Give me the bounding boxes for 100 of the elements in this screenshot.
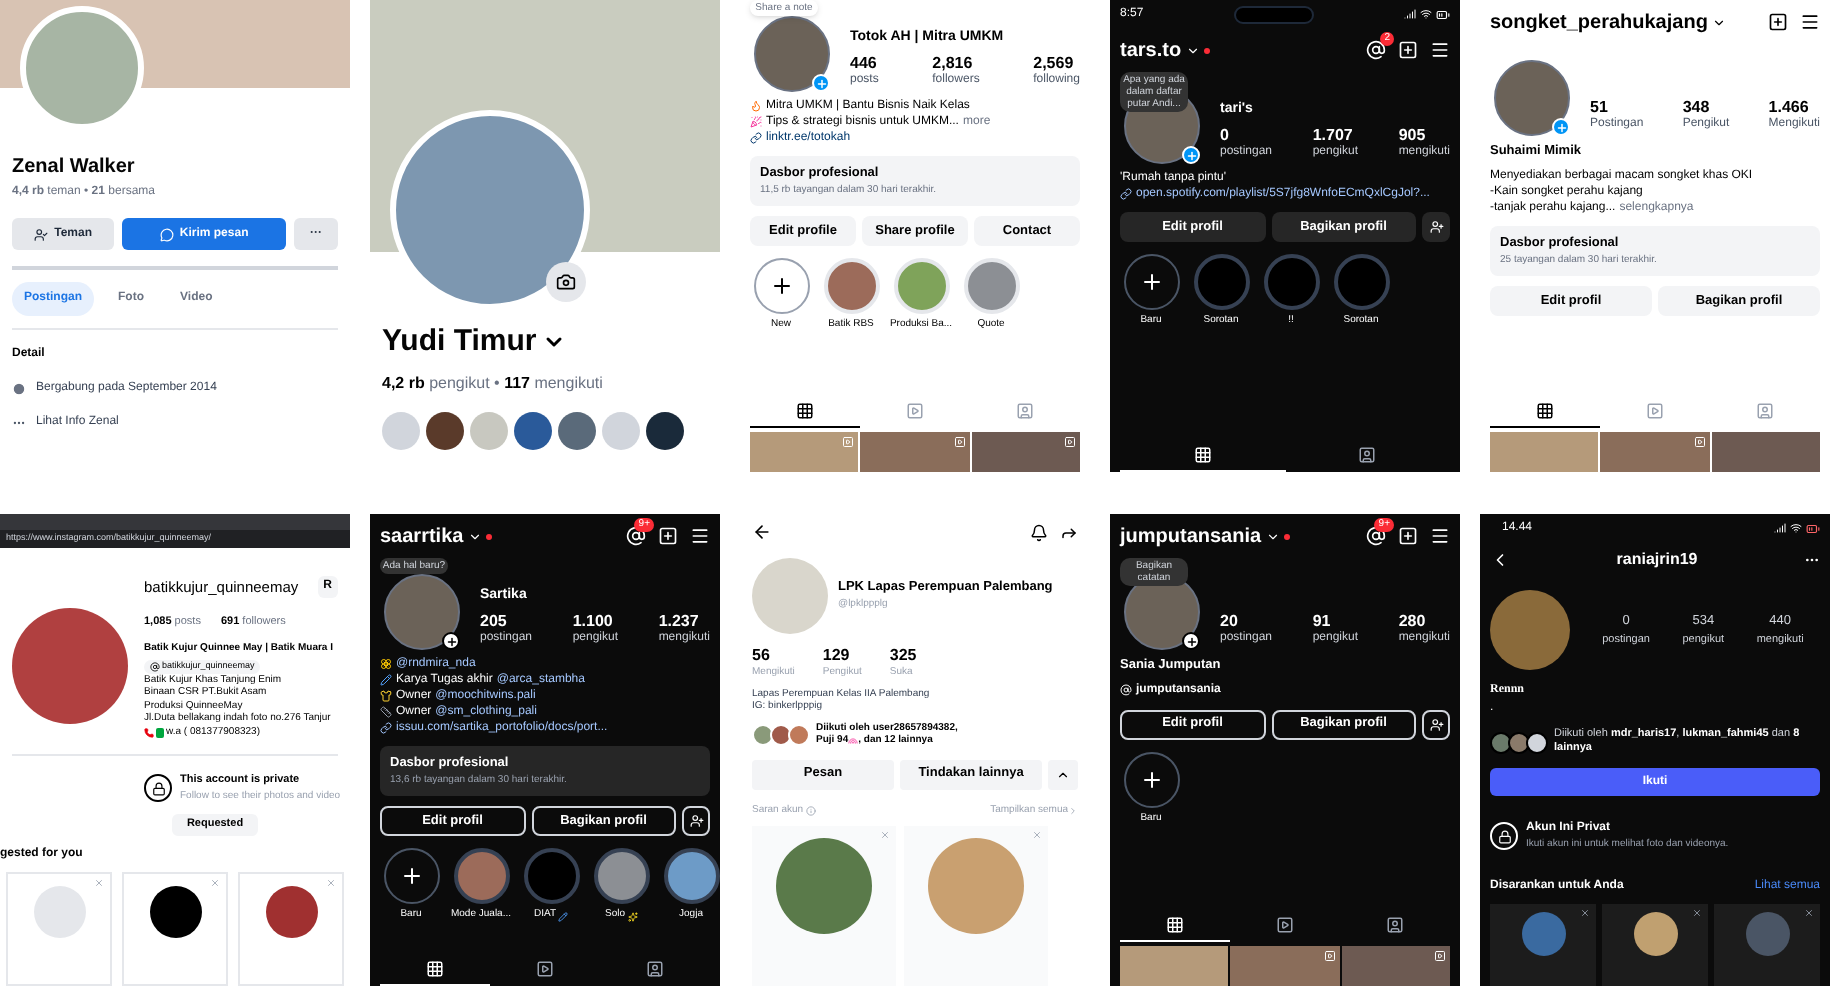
- menu-icon[interactable]: [1430, 40, 1450, 60]
- plus-icon: [445, 635, 457, 647]
- follower-avatar: [788, 723, 810, 745]
- highlight-cover[interactable]: [663, 848, 719, 905]
- bell-icon[interactable]: [1030, 523, 1048, 541]
- lock-icon: [144, 774, 172, 803]
- chevron-down-icon[interactable]: [1265, 529, 1280, 543]
- highlight-cover[interactable]: [453, 848, 509, 905]
- add-post-icon[interactable]: [1768, 12, 1788, 32]
- username: songket_perahukajang: [1490, 9, 1708, 37]
- post-thumbnail[interactable]: [1230, 946, 1340, 986]
- menu-icon[interactable]: [690, 526, 710, 546]
- avatar-photo: [1494, 60, 1570, 136]
- play-square-icon: [1276, 916, 1294, 934]
- add-highlight-button[interactable]: [1123, 254, 1179, 310]
- threads-icon[interactable]: [626, 526, 646, 546]
- friend-avatar: [602, 411, 640, 449]
- friend-avatar: [470, 411, 508, 449]
- plus-icon: [1139, 270, 1163, 294]
- username: saarrtika: [380, 523, 464, 551]
- friend-avatar: [426, 411, 464, 449]
- back-icon[interactable]: [752, 522, 772, 542]
- avatar-photo: [1745, 911, 1789, 955]
- stat-value: 129: [822, 646, 852, 666]
- add-person-button[interactable]: [1422, 709, 1450, 740]
- post-thumbnail[interactable]: [750, 432, 859, 472]
- chevron-down-icon[interactable]: [1185, 43, 1200, 57]
- grid-icon: [1536, 402, 1554, 420]
- play-square-icon: [1646, 402, 1664, 420]
- menu-icon[interactable]: [1800, 12, 1820, 32]
- post-thumbnail[interactable]: [1490, 432, 1599, 472]
- avatar-photo: [384, 574, 460, 650]
- avatar-photo: [33, 886, 85, 938]
- menu-icon[interactable]: [1430, 526, 1450, 546]
- reel-icon: [842, 436, 855, 448]
- stat-value: 1.707: [1312, 125, 1353, 145]
- post-thumbnail[interactable]: [1600, 432, 1710, 472]
- post-thumbnail[interactable]: [1711, 432, 1820, 472]
- flower-icon: [380, 658, 392, 670]
- friend-avatar: [558, 411, 596, 449]
- friend-avatar: [382, 411, 420, 449]
- share-icon[interactable]: [1060, 523, 1078, 541]
- chat-icon: [156, 727, 164, 737]
- post-thumbnail[interactable]: [1341, 946, 1450, 986]
- chevron-down-icon[interactable]: [1711, 15, 1726, 29]
- plus-icon: [769, 274, 793, 299]
- lock-icon: [1490, 822, 1518, 851]
- signal-icon: [1404, 8, 1416, 20]
- avatar-photo: [1633, 911, 1677, 955]
- link-icon: [750, 132, 762, 144]
- plus-icon: [1185, 635, 1197, 647]
- rainbow-icon: [848, 735, 859, 746]
- battery-icon: [1436, 7, 1450, 21]
- person-square-icon: [646, 960, 664, 978]
- highlight-cover[interactable]: [593, 848, 649, 905]
- threads-icon[interactable]: [1366, 40, 1386, 60]
- pencil-icon: [380, 674, 392, 686]
- link-icon: [380, 722, 392, 734]
- chevron-down-icon[interactable]: [467, 529, 482, 543]
- signal-icon: [1774, 522, 1786, 534]
- party-popper-icon: [750, 116, 762, 128]
- profile-name: Yudi Timur: [382, 322, 537, 362]
- follower-avatar: [752, 723, 774, 745]
- stat-value: 1.466: [1768, 97, 1809, 117]
- add-person-button[interactable]: [1422, 212, 1450, 242]
- avatar-photo: [752, 558, 828, 634]
- clock-icon: [12, 382, 26, 396]
- avatar-photo: [776, 838, 872, 934]
- add-highlight-button[interactable]: [383, 848, 439, 905]
- post-thumbnail[interactable]: [1120, 946, 1229, 986]
- grid-icon: [1193, 446, 1212, 464]
- camera-button[interactable]: [546, 262, 586, 302]
- wifi-icon: [1790, 522, 1802, 534]
- pencil-icon: [558, 911, 569, 921]
- add-story-button[interactable]: [442, 632, 460, 650]
- avatar-photo: [149, 886, 201, 938]
- friend-icon: [34, 227, 49, 241]
- reel-icon: [1063, 436, 1076, 448]
- grid-icon: [796, 402, 814, 420]
- threads-icon[interactable]: [1366, 526, 1386, 546]
- add-highlight-button[interactable]: [1123, 751, 1179, 808]
- person-square-icon: [1358, 446, 1377, 464]
- stat-value: 20: [1220, 611, 1238, 631]
- stat-value: 325: [889, 646, 917, 666]
- username: raniajrin19: [1616, 548, 1698, 572]
- avatar-photo: [265, 886, 317, 938]
- post-thumbnail[interactable]: [971, 432, 1080, 472]
- add-highlight-button[interactable]: [753, 258, 809, 315]
- plus-icon: [1185, 149, 1197, 161]
- post-thumbnail[interactable]: [860, 432, 970, 472]
- add-person-button[interactable]: [682, 806, 710, 837]
- add-person-icon: [689, 814, 703, 829]
- wifi-icon: [1420, 8, 1432, 20]
- camera-icon: [556, 272, 576, 292]
- camera-cutout: [1233, 5, 1314, 23]
- follower-count: 4,2 rb pengikut • 117 mengikuti: [382, 371, 605, 395]
- add-story-button[interactable]: [1182, 632, 1200, 650]
- follower-avatar: [1490, 731, 1512, 753]
- avatar-photo: [754, 16, 830, 92]
- threads-icon: [150, 661, 160, 672]
